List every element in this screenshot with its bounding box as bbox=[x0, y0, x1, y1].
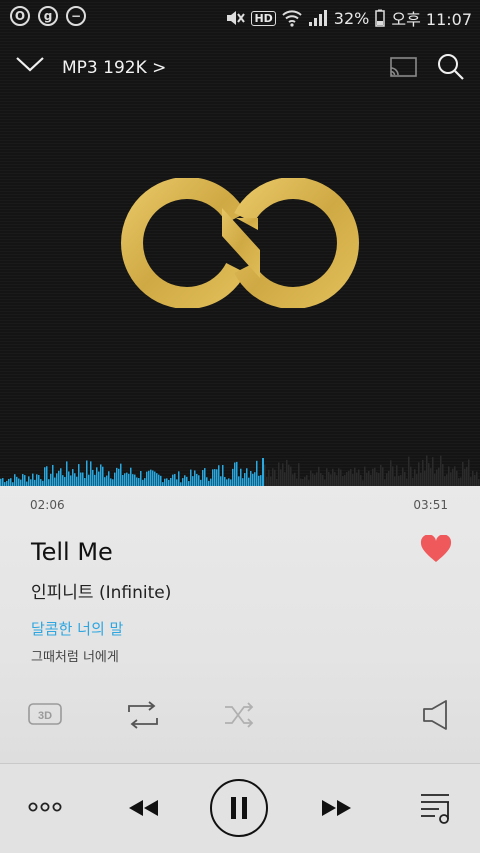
cast-icon[interactable] bbox=[388, 56, 418, 78]
player-toolbar: MP3 192K > bbox=[0, 44, 480, 88]
search-icon[interactable] bbox=[436, 52, 466, 82]
collapse-chevron-down-icon[interactable] bbox=[14, 52, 46, 76]
lyric-next-line[interactable]: 그때처럼 너에게 bbox=[31, 646, 119, 665]
quality-button[interactable]: MP3 192K > bbox=[62, 58, 166, 78]
repeat-icon[interactable] bbox=[126, 700, 160, 730]
more-options-icon[interactable] bbox=[28, 802, 62, 812]
opera-icon: O bbox=[10, 6, 30, 26]
progress-marker bbox=[262, 458, 264, 486]
lyric-current-line[interactable]: 달콤한 너의 말 bbox=[31, 618, 123, 639]
playlist-icon[interactable] bbox=[420, 792, 452, 824]
infinite-logo bbox=[121, 178, 359, 308]
status-bar: O g − HD 32% 오후 11:07 bbox=[0, 0, 480, 34]
waveform-progress[interactable] bbox=[0, 440, 480, 486]
chevron-right-icon: > bbox=[152, 58, 167, 78]
clock: 오후 11:07 bbox=[391, 10, 472, 29]
pause-icon bbox=[231, 797, 247, 819]
heart-icon[interactable] bbox=[420, 535, 452, 563]
track-artist[interactable]: 인피니트 (Infinite) bbox=[31, 578, 171, 603]
playback-controls bbox=[0, 764, 480, 853]
hd-badge: HD bbox=[251, 10, 276, 26]
pause-button[interactable] bbox=[210, 779, 268, 837]
track-info-panel: 02:06 03:51 Tell Me 인피니트 (Infinite) 달콤한 … bbox=[0, 486, 480, 763]
shuffle-icon[interactable] bbox=[224, 702, 256, 728]
signal-icon bbox=[308, 10, 327, 26]
mute-icon bbox=[227, 11, 246, 25]
total-time: 03:51 bbox=[413, 498, 448, 512]
quality-label: MP3 192K bbox=[62, 58, 147, 78]
battery-percent: 32% bbox=[333, 8, 370, 28]
battery-icon bbox=[375, 9, 386, 27]
3d-label: 3D bbox=[38, 710, 52, 722]
g-icon: g bbox=[38, 6, 58, 26]
album-art-area: O g − HD 32% 오후 11:07 MP3 192K > bbox=[0, 0, 480, 486]
minus-circle-icon: − bbox=[66, 6, 86, 26]
wifi-icon bbox=[282, 10, 302, 27]
fast-forward-icon[interactable] bbox=[321, 799, 353, 817]
rewind-icon[interactable] bbox=[127, 799, 159, 817]
3d-effect-button[interactable]: 3D bbox=[28, 702, 62, 726]
current-time: 02:06 bbox=[30, 498, 65, 512]
track-title: Tell Me bbox=[31, 538, 113, 566]
speaker-icon[interactable] bbox=[422, 700, 450, 730]
